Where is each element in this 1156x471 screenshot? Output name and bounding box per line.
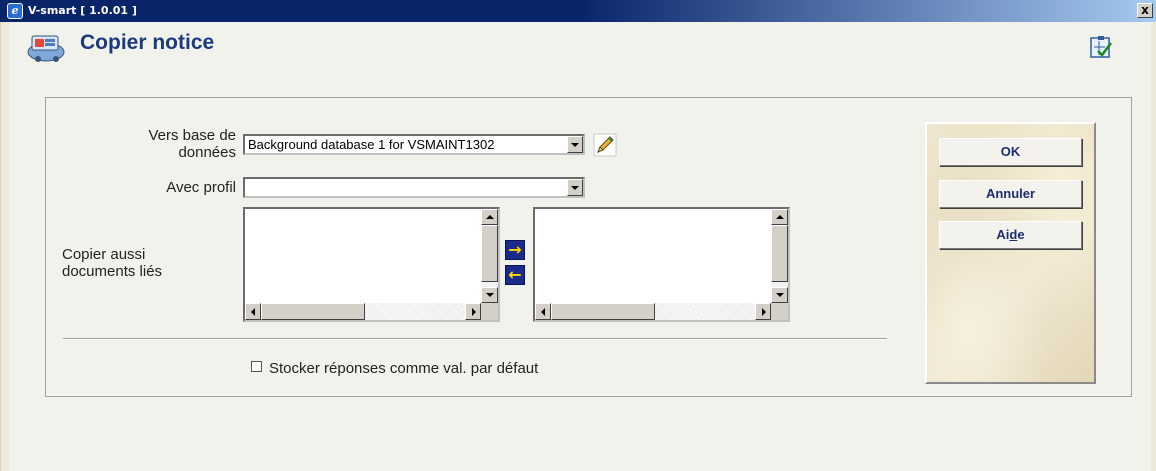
scroll-down-icon[interactable] xyxy=(481,287,498,303)
horizontal-scrollbar[interactable] xyxy=(535,303,771,320)
database-select-value: Background database 1 for VSMAINT1302 xyxy=(248,137,495,152)
available-docs-list[interactable] xyxy=(243,207,500,322)
store-default-label: Stocker réponses comme val. par défaut xyxy=(269,360,539,377)
help-label-suffix: e xyxy=(1017,227,1025,242)
database-label-line2: données xyxy=(178,144,236,161)
horizontal-scrollbar[interactable] xyxy=(245,303,481,320)
scroll-thumb[interactable] xyxy=(481,225,498,282)
store-default-row[interactable]: Stocker réponses comme val. par défaut xyxy=(251,360,538,378)
database-label-line1: Vers base de xyxy=(148,127,236,144)
scroll-corner xyxy=(481,303,498,320)
move-right-button[interactable]: → xyxy=(505,240,525,260)
checklist-icon[interactable] xyxy=(1089,35,1113,59)
scroll-thumb[interactable] xyxy=(771,225,788,282)
scroll-corner xyxy=(771,303,788,320)
help-button[interactable]: Aide xyxy=(939,221,1082,249)
scroll-down-icon[interactable] xyxy=(771,287,788,303)
profile-select[interactable] xyxy=(243,177,585,198)
cancel-button[interactable]: Annuler xyxy=(939,180,1082,208)
copy-record-icon xyxy=(27,35,65,62)
scroll-left-icon[interactable] xyxy=(245,303,261,320)
linked-docs-label-line1: Copier aussi xyxy=(62,246,146,263)
scroll-right-icon[interactable] xyxy=(755,303,771,320)
store-default-checkbox[interactable] xyxy=(251,361,262,372)
vertical-scrollbar[interactable] xyxy=(771,209,788,303)
vertical-scrollbar[interactable] xyxy=(481,209,498,303)
scroll-thumb[interactable] xyxy=(261,303,365,320)
selected-docs-list[interactable] xyxy=(533,207,790,322)
page-title: Copier notice xyxy=(80,31,215,54)
scroll-up-icon[interactable] xyxy=(771,209,788,225)
close-button[interactable]: x xyxy=(1137,3,1153,18)
divider xyxy=(63,338,887,340)
linked-docs-label: Copier aussi documents liés xyxy=(62,246,202,280)
scroll-right-icon[interactable] xyxy=(465,303,481,320)
move-left-button[interactable]: ← xyxy=(505,265,525,285)
ok-button[interactable]: OK xyxy=(939,138,1082,166)
help-label-prefix: Ai xyxy=(996,227,1010,242)
scroll-left-icon[interactable] xyxy=(535,303,551,320)
button-panel: OK Annuler Aide xyxy=(925,122,1096,384)
profile-label: Avec profil xyxy=(166,179,236,196)
app-icon: e xyxy=(7,3,23,19)
database-label: Vers base de données xyxy=(96,127,236,161)
pencil-icon[interactable] xyxy=(593,133,617,157)
scroll-up-icon[interactable] xyxy=(481,209,498,225)
scroll-thumb[interactable] xyxy=(551,303,655,320)
window-titlebar: e V-smart [ 1.0.01 ] x xyxy=(0,0,1156,22)
database-select[interactable]: Background database 1 for VSMAINT1302 xyxy=(243,134,585,155)
linked-docs-label-line2: documents liés xyxy=(62,263,163,280)
chevron-down-icon[interactable] xyxy=(567,179,583,196)
window-title: V-smart [ 1.0.01 ] xyxy=(28,4,137,17)
chevron-down-icon[interactable] xyxy=(567,136,583,153)
